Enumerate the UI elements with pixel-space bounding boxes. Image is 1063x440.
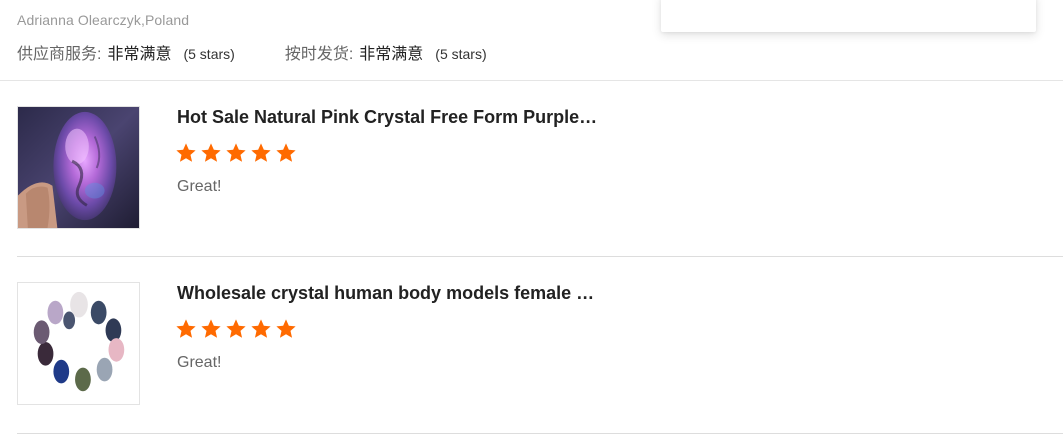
star-icon — [175, 318, 197, 340]
rating-value: 非常满意 — [359, 46, 424, 63]
review-text: Great! — [177, 178, 222, 195]
rating-label: 按时发货: — [284, 46, 354, 63]
star-icon — [200, 318, 222, 340]
labradorite-crystal-photo-icon — [18, 107, 139, 228]
divider — [17, 433, 1063, 434]
rating-on-time-shipping: 按时发货: 非常满意 (5 stars) — [285, 40, 487, 64]
rating-label: 供应商服务: — [17, 46, 102, 63]
star-icon — [175, 142, 197, 164]
review-item: Wholesale crystal human body models fema… — [17, 282, 1047, 408]
rating-supplier-service: 供应商服务: 非常满意 (5 stars) — [17, 40, 235, 64]
popup-card — [661, 0, 1036, 32]
star-icon — [275, 142, 297, 164]
review-text: Great! — [177, 354, 222, 371]
product-title-link[interactable]: Hot Sale Natural Pink Crystal Free Form … — [177, 106, 617, 128]
star-icon — [275, 318, 297, 340]
review-item: Hot Sale Natural Pink Crystal Free Form … — [17, 106, 1047, 232]
star-icon — [250, 318, 272, 340]
product-thumbnail[interactable] — [17, 106, 140, 229]
divider — [17, 256, 1063, 257]
rating-stars-text: (5 stars) — [435, 46, 487, 62]
crystal-body-figurines-photo-icon — [18, 283, 139, 404]
supplier-ratings: 供应商服务: 非常满意 (5 stars) 按时发货: 非常满意 (5 star… — [17, 40, 487, 64]
rating-stars-text: (5 stars) — [183, 46, 235, 62]
star-icon — [225, 142, 247, 164]
rating-value: 非常满意 — [107, 46, 172, 63]
star-icon — [250, 142, 272, 164]
star-icon — [225, 318, 247, 340]
star-rating — [175, 318, 300, 340]
star-rating — [175, 142, 300, 164]
review-page: Adrianna Olearczyk,Poland 供应商服务: 非常满意 (5… — [0, 0, 1063, 440]
product-thumbnail[interactable] — [17, 282, 140, 405]
reviewer-name-country: Adrianna Olearczyk,Poland — [17, 12, 190, 28]
star-icon — [200, 142, 222, 164]
divider — [0, 80, 1063, 81]
product-title-link[interactable]: Wholesale crystal human body models fema… — [177, 282, 617, 304]
